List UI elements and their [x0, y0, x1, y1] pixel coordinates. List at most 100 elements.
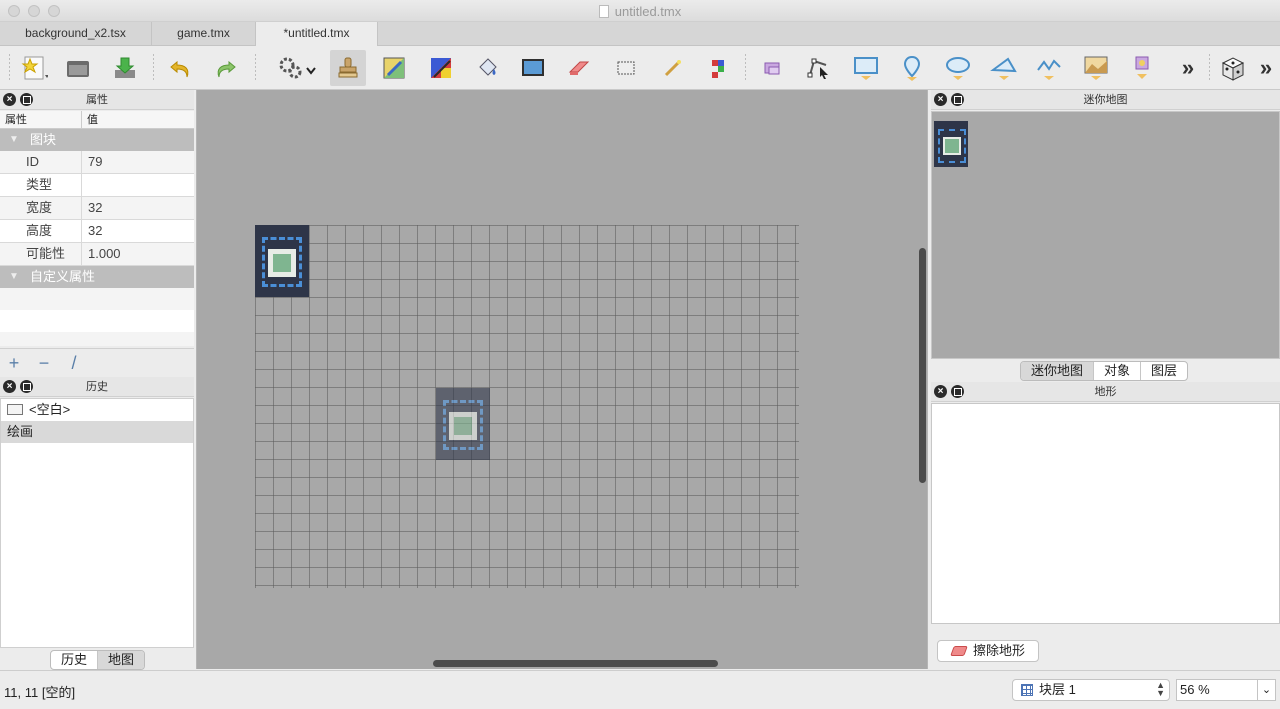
property-key: ID — [0, 151, 82, 173]
column-header-value[interactable]: 值 — [82, 111, 98, 128]
insert-polygon-icon[interactable] — [986, 50, 1022, 86]
tile-grid[interactable] — [255, 225, 799, 588]
property-value[interactable]: 79 — [82, 151, 102, 173]
gears-icon[interactable] — [274, 50, 320, 86]
tab-objects[interactable]: 对象 — [1094, 362, 1142, 380]
toolbar-separator — [255, 54, 256, 82]
insert-template-icon[interactable] — [1124, 50, 1160, 86]
property-group-custom[interactable]: ▼ 自定义属性 — [0, 266, 194, 288]
eraser-icon[interactable] — [561, 50, 597, 86]
tab-layers[interactable]: 图层 — [1141, 362, 1187, 380]
layer-select[interactable]: 块层 1 ▲ ▼ — [1012, 679, 1170, 701]
toolbar-overflow-button[interactable]: » — [1170, 50, 1206, 86]
toolbar-separator — [153, 54, 154, 82]
property-row-probability[interactable]: 可能性 1.000 — [0, 243, 194, 266]
folder-icon[interactable] — [60, 50, 96, 86]
horizontal-scrollbar[interactable] — [433, 660, 718, 667]
window-title-text: untitled.tmx — [614, 4, 682, 19]
document-icon — [598, 5, 609, 18]
float-icon[interactable] — [20, 380, 33, 393]
tab-untitled[interactable]: *untitled.tmx — [256, 22, 378, 46]
close-icon[interactable]: × — [3, 380, 16, 393]
redo-icon[interactable] — [207, 50, 243, 86]
property-rows: ID 79 类型 宽度 32 高度 32 可能性 1.000 — [0, 151, 194, 266]
stamp-icon[interactable] — [330, 50, 366, 86]
property-key: 类型 — [0, 174, 82, 196]
zoom-select[interactable]: 56 % ⌄ — [1176, 679, 1276, 701]
property-value[interactable]: 1.000 — [82, 243, 121, 265]
remove-property-icon[interactable]: − — [34, 353, 54, 373]
tab-game[interactable]: game.tmx — [152, 22, 256, 46]
float-icon[interactable] — [951, 93, 964, 106]
custom-properties-empty-row — [0, 288, 194, 310]
insert-rectangle-icon[interactable] — [848, 50, 884, 86]
select-objects-icon[interactable] — [755, 50, 791, 86]
bucket-fill-icon[interactable] — [469, 50, 505, 86]
wang-brush-icon[interactable] — [423, 50, 459, 86]
new-document-icon[interactable] — [16, 50, 52, 86]
tab-history[interactable]: 历史 — [51, 651, 99, 669]
column-header-name[interactable]: 属性 — [0, 111, 82, 128]
tab-minimap[interactable]: 迷你地图 — [1021, 362, 1095, 380]
up-down-arrows-icon: ▲ ▼ — [1156, 680, 1165, 698]
property-row-type[interactable]: 类型 — [0, 174, 194, 197]
property-value[interactable]: 32 — [82, 197, 102, 219]
close-icon[interactable]: × — [934, 385, 947, 398]
float-icon[interactable] — [20, 93, 33, 106]
rectangle-select-icon[interactable] — [608, 50, 644, 86]
history-item[interactable]: 绘画 — [1, 421, 193, 443]
properties-panel-header: × 属性 — [0, 90, 194, 110]
toolbar-separator — [9, 54, 10, 82]
close-icon[interactable]: × — [934, 93, 947, 106]
vertical-scrollbar[interactable] — [919, 248, 926, 483]
properties-table-header: 属性 值 — [0, 111, 194, 129]
title-bar: untitled.tmx — [0, 0, 1280, 22]
zoom-value[interactable]: 56 % — [1180, 682, 1210, 697]
history-list: <空白> 绘画 — [0, 398, 194, 648]
toolbar-overflow-right-button[interactable]: » — [1252, 50, 1280, 86]
window-title: untitled.tmx — [0, 4, 1280, 19]
history-item[interactable]: <空白> — [1, 399, 193, 421]
property-row-height[interactable]: 高度 32 — [0, 220, 194, 243]
document-tabs: background_x2.tsx game.tmx *untitled.tmx — [0, 22, 1280, 46]
property-row-width[interactable]: 宽度 32 — [0, 197, 194, 220]
select-same-tile-icon[interactable] — [700, 50, 736, 86]
properties-panel-title: 属性 — [86, 94, 108, 106]
property-key: 宽度 — [0, 197, 82, 219]
magic-wand-icon[interactable] — [654, 50, 690, 86]
history-item-label: <空白> — [29, 402, 71, 417]
property-row-id[interactable]: ID 79 — [0, 151, 194, 174]
tab-background-x2[interactable]: background_x2.tsx — [0, 22, 152, 46]
eraser-icon — [950, 646, 968, 656]
add-property-icon[interactable]: + — [4, 353, 24, 373]
undo-icon[interactable] — [163, 50, 199, 86]
float-icon[interactable] — [951, 385, 964, 398]
erase-terrain-button[interactable]: 擦除地形 — [937, 640, 1039, 662]
chevron-down-icon[interactable]: ⌄ — [1257, 680, 1275, 700]
main-toolbar: » » — [0, 46, 1280, 90]
rename-property-icon[interactable]: / — [64, 353, 84, 373]
close-icon[interactable]: × — [3, 93, 16, 106]
insert-ellipse-icon[interactable] — [940, 50, 976, 86]
dice-icon[interactable] — [1214, 50, 1250, 86]
minimap-view[interactable] — [931, 111, 1280, 359]
erase-terrain-label: 擦除地形 — [973, 643, 1026, 658]
insert-polyline-icon[interactable] — [1031, 50, 1067, 86]
map-canvas[interactable] — [196, 90, 928, 669]
terrain-list[interactable] — [931, 403, 1280, 624]
save-download-icon[interactable] — [107, 50, 143, 86]
shape-fill-icon[interactable] — [515, 50, 551, 86]
collapse-triangle-icon[interactable]: ▼ — [9, 266, 19, 288]
collapse-triangle-icon[interactable]: ▼ — [9, 129, 19, 151]
terrain-brush-icon[interactable] — [376, 50, 412, 86]
property-group-tile[interactable]: ▼ 图块 — [0, 129, 194, 151]
placed-tile[interactable] — [255, 225, 309, 297]
tab-map[interactable]: 地图 — [98, 651, 145, 669]
property-value[interactable] — [82, 174, 88, 196]
insert-point-icon[interactable] — [894, 50, 930, 86]
double-chevron-icon: » — [1259, 55, 1273, 80]
property-value[interactable]: 32 — [82, 220, 102, 242]
edit-polygons-icon[interactable] — [801, 50, 837, 86]
insert-tile-icon[interactable] — [1078, 50, 1114, 86]
custom-properties-empty-row — [0, 310, 194, 332]
